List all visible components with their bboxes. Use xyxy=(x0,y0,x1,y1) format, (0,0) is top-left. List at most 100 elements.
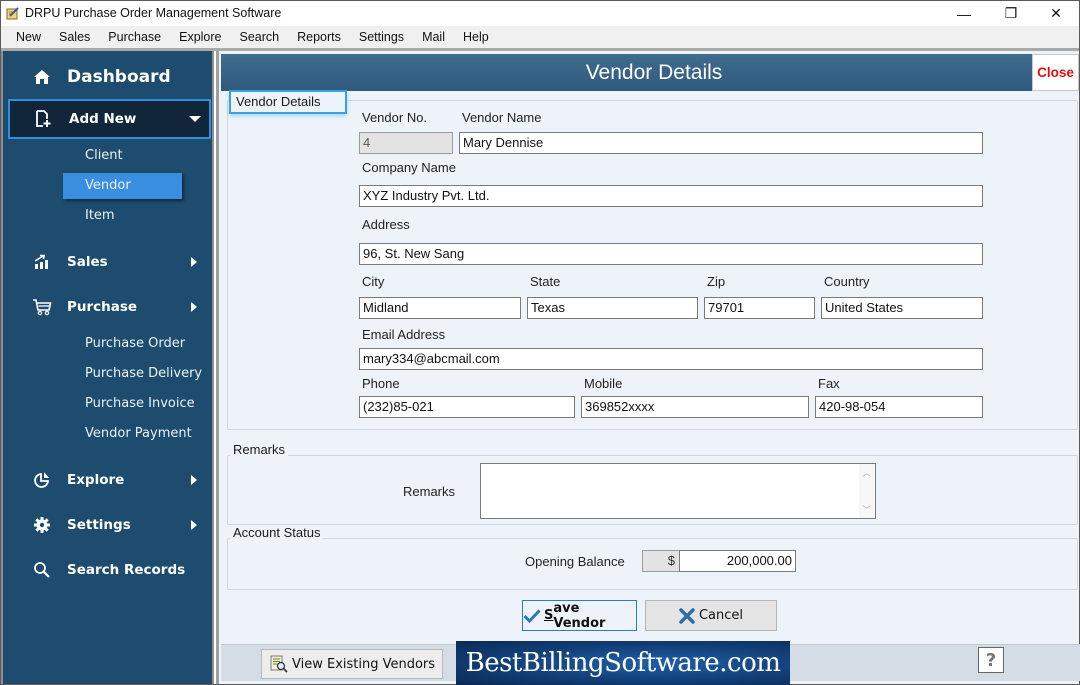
phone-label: Phone xyxy=(362,376,400,391)
menu-sales[interactable]: Sales xyxy=(50,26,99,48)
menu-bar: New Sales Purchase Explore Search Report… xyxy=(1,26,1079,48)
mobile-field[interactable]: 369852xxxx xyxy=(581,396,809,418)
menu-new[interactable]: New xyxy=(7,26,50,48)
sidebar-item-settings[interactable]: Settings xyxy=(3,506,212,544)
help-icon: ? xyxy=(985,649,997,671)
maximize-button[interactable]: ❐ xyxy=(988,1,1034,26)
city-field[interactable]: Midland xyxy=(359,297,521,319)
country-label: Country xyxy=(824,274,870,289)
x-mark-icon xyxy=(679,607,695,624)
fax-field[interactable]: 420-98-054 xyxy=(815,396,983,418)
vendor-no-field: 4 xyxy=(359,132,453,154)
sidebar-subitem-vendor[interactable]: Vendor xyxy=(63,173,182,199)
sidebar-item-purchase[interactable]: Purchase xyxy=(3,288,212,326)
chevron-right-icon xyxy=(191,475,197,485)
view-existing-label: View Existing Vendors xyxy=(292,656,436,672)
vendor-name-label: Vendor Name xyxy=(462,110,542,125)
menu-search[interactable]: Search xyxy=(231,26,289,48)
vendor-name-field[interactable]: Mary Dennise xyxy=(459,132,983,154)
minimize-icon: — xyxy=(957,5,971,22)
sidebar-subitem-purchase-delivery[interactable]: Purchase Delivery xyxy=(85,361,202,387)
zip-field[interactable]: 79701 xyxy=(704,297,815,319)
sidebar-subitem-client[interactable]: Client xyxy=(85,143,123,169)
sidebar-item-sales[interactable]: Sales xyxy=(3,243,212,281)
sidebar-subitem-vendor-payment[interactable]: Vendor Payment xyxy=(85,421,192,447)
opening-balance-label: Opening Balance xyxy=(525,554,625,569)
sidebar-subitem-purchase-order[interactable]: Purchase Order xyxy=(85,331,185,357)
sidebar-item-label: Sales xyxy=(67,254,108,270)
view-existing-vendors-button[interactable]: View Existing Vendors xyxy=(261,649,443,679)
account-status-legend: Account Status xyxy=(230,525,324,540)
save-label: ave Vendor xyxy=(553,600,606,631)
sidebar-item-add-new[interactable]: Add New xyxy=(8,99,211,139)
remarks-textarea[interactable]: ︿ ﹀ xyxy=(480,463,876,519)
phone-field[interactable]: (232)85-021 xyxy=(359,396,575,418)
app-window: DRPU Purchase Order Management Software … xyxy=(0,0,1080,685)
chart-growth-icon xyxy=(31,251,53,273)
currency-symbol: $ xyxy=(642,550,680,572)
scroll-up-icon[interactable]: ︿ xyxy=(862,466,871,479)
app-logo-icon xyxy=(6,7,19,20)
cart-icon xyxy=(31,296,53,318)
address-label: Address xyxy=(362,217,410,232)
window-close-button[interactable]: ✕ xyxy=(1033,1,1079,26)
menu-mail[interactable]: Mail xyxy=(413,26,454,48)
sidebar: Dashboard Add New Client Vendor Item Sal… xyxy=(1,51,214,684)
cancel-label: Cancel xyxy=(698,608,744,623)
vendor-no-label: Vendor No. xyxy=(362,110,428,125)
sidebar-subitem-purchase-invoice[interactable]: Purchase Invoice xyxy=(85,391,195,417)
vendor-details-legend: Vendor Details xyxy=(229,90,347,114)
cancel-button[interactable]: Cancel xyxy=(645,600,777,631)
remarks-label: Remarks xyxy=(403,484,456,499)
city-label: City xyxy=(362,274,385,289)
search-icon xyxy=(31,559,53,581)
menu-help[interactable]: Help xyxy=(454,26,498,48)
save-label-mnemonic: S xyxy=(544,608,554,623)
minimize-button[interactable]: — xyxy=(941,1,987,26)
scroll-down-icon[interactable]: ﹀ xyxy=(862,503,871,516)
close-button[interactable]: Close xyxy=(1032,54,1079,91)
home-icon xyxy=(31,66,53,88)
sidebar-item-dashboard[interactable]: Dashboard xyxy=(3,58,212,96)
menu-purchase[interactable]: Purchase xyxy=(99,26,170,48)
help-button[interactable]: ? xyxy=(978,647,1004,673)
add-document-icon xyxy=(32,108,54,130)
checkmark-icon xyxy=(523,608,541,623)
menu-explore[interactable]: Explore xyxy=(170,26,230,48)
state-field[interactable]: Texas xyxy=(527,297,698,319)
chevron-right-icon xyxy=(191,257,197,267)
address-field[interactable]: 96, St. New Sang xyxy=(359,243,983,265)
vendor-details-panel: Vendor Details Close Vendor Details Vend… xyxy=(216,51,1080,685)
close-icon: ✕ xyxy=(1050,5,1062,21)
title-bar: DRPU Purchase Order Management Software … xyxy=(1,1,1079,26)
remarks-scrollbar[interactable]: ︿ ﹀ xyxy=(859,464,875,518)
sidebar-item-label: Dashboard xyxy=(67,67,171,87)
email-field[interactable]: mary334@abcmail.com xyxy=(359,348,983,370)
opening-balance-field[interactable]: 200,000.00 xyxy=(679,550,796,572)
sidebar-item-search-records[interactable]: Search Records xyxy=(3,551,212,589)
state-label: State xyxy=(530,274,561,289)
fax-label: Fax xyxy=(818,376,840,391)
restore-icon: ❐ xyxy=(1004,5,1018,21)
company-name-label: Company Name xyxy=(362,160,456,175)
page-title: Vendor Details xyxy=(221,54,1032,91)
menu-settings[interactable]: Settings xyxy=(350,26,413,48)
sidebar-subitem-item[interactable]: Item xyxy=(85,203,115,229)
mobile-label: Mobile xyxy=(584,376,623,391)
chevron-right-icon xyxy=(191,520,197,530)
sidebar-item-label: Search Records xyxy=(67,562,186,578)
country-field[interactable]: United States xyxy=(821,297,983,319)
email-label: Email Address xyxy=(362,327,446,342)
chevron-down-icon xyxy=(189,116,201,122)
company-name-field[interactable]: XYZ Industry Pvt. Ltd. xyxy=(359,185,983,207)
website-banner: BestBillingSoftware.com xyxy=(456,641,790,685)
menu-reports[interactable]: Reports xyxy=(288,26,350,48)
sidebar-item-label: Explore xyxy=(67,472,125,488)
sidebar-item-explore[interactable]: Explore xyxy=(3,461,212,499)
remarks-legend: Remarks xyxy=(230,442,289,457)
sidebar-item-label: Purchase xyxy=(67,299,138,315)
sidebar-item-label: Settings xyxy=(67,517,131,533)
save-vendor-button[interactable]: Save Vendor xyxy=(522,600,637,631)
chevron-right-icon xyxy=(191,302,197,312)
gear-icon xyxy=(31,514,53,536)
